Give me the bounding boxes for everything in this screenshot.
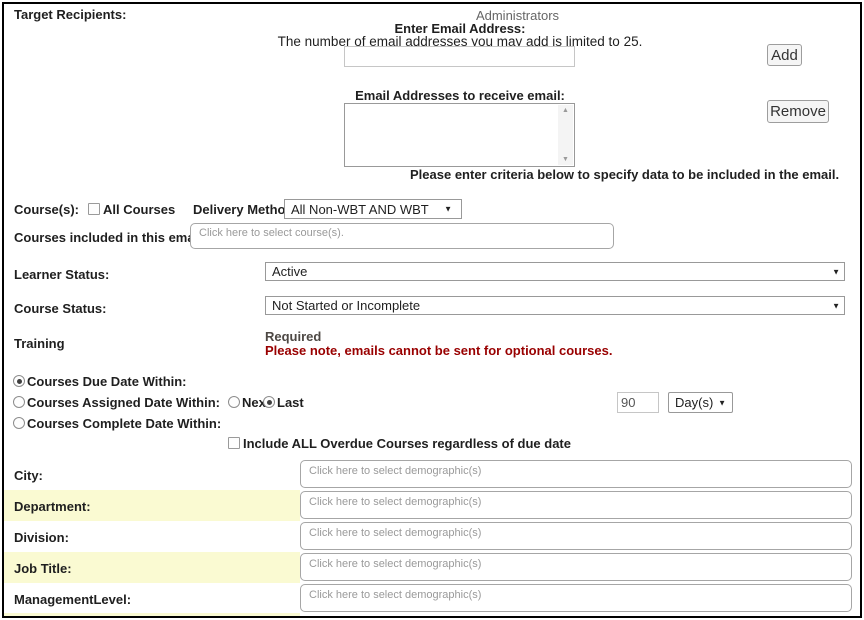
course-status-value: Not Started or Incomplete <box>272 298 420 313</box>
overdue-label: Include ALL Overdue Courses regardless o… <box>243 436 571 451</box>
email-list-label: Email Addresses to receive email: <box>100 88 820 103</box>
scroll-down-icon[interactable]: ▼ <box>562 156 569 163</box>
email-criteria-form: Target Recipients: Administrators Enter … <box>0 0 864 620</box>
course-status-select[interactable]: Not Started or Incomplete ▼ <box>265 296 845 315</box>
due-date-radio[interactable] <box>13 375 25 387</box>
management-level-input[interactable]: Click here to select demographic(s) <box>300 584 852 612</box>
assigned-date-radio[interactable] <box>13 396 25 408</box>
division-input[interactable]: Click here to select demographic(s) <box>300 522 852 550</box>
demographic-label-department: Department: <box>14 499 91 514</box>
demographic-label-city: City: <box>14 468 43 483</box>
complete-date-label: Courses Complete Date Within: <box>27 416 221 431</box>
course-status-label: Course Status: <box>14 301 106 316</box>
add-button[interactable]: Add <box>767 44 802 66</box>
delivery-method-select[interactable]: All Non-WBT AND WBT ▼ <box>284 199 462 219</box>
overdue-checkbox[interactable] <box>228 437 240 449</box>
last-radio[interactable] <box>263 396 275 408</box>
demographic-placeholder: Click here to select demographic(s) <box>309 465 481 477</box>
courses-included-placeholder: Click here to select course(s). <box>199 227 344 239</box>
department-input[interactable]: Click here to select demographic(s) <box>300 491 852 519</box>
dropdown-arrow-icon: ▼ <box>444 205 452 214</box>
demographic-placeholder: Click here to select demographic(s) <box>309 589 481 601</box>
training-warning-note: Please note, emails cannot be sent for o… <box>265 343 612 358</box>
job-title-input[interactable]: Click here to select demographic(s) <box>300 553 852 581</box>
all-courses-checkbox[interactable] <box>88 203 100 215</box>
listbox-scrollbar[interactable]: ▲ ▼ <box>558 105 573 165</box>
criteria-note: Please enter criteria below to specify d… <box>410 167 839 182</box>
demographic-placeholder: Click here to select demographic(s) <box>309 558 481 570</box>
assigned-date-label: Courses Assigned Date Within: <box>27 395 220 410</box>
city-input[interactable]: Click here to select demographic(s) <box>300 460 852 488</box>
complete-date-radio[interactable] <box>13 417 25 429</box>
amount-input[interactable] <box>617 392 659 413</box>
demographic-placeholder: Click here to select demographic(s) <box>309 527 481 539</box>
demographic-label-division: Division: <box>14 530 69 545</box>
delivery-method-label: Delivery Method: <box>193 202 298 217</box>
training-label: Training <box>14 336 65 351</box>
learner-status-label: Learner Status: <box>14 267 109 282</box>
demographic-label-management-level: ManagementLevel: <box>14 592 131 607</box>
courses-included-input[interactable]: Click here to select course(s). <box>190 223 614 249</box>
email-address-input[interactable] <box>344 46 575 67</box>
unit-value: Day(s) <box>675 395 713 410</box>
delivery-method-value: All Non-WBT AND WBT <box>291 202 429 217</box>
learner-status-select[interactable]: Active ▼ <box>265 262 845 281</box>
due-date-label: Courses Due Date Within: <box>27 374 187 389</box>
last-label: Last <box>277 395 304 410</box>
demographic-placeholder: Click here to select demographic(s) <box>309 496 481 508</box>
next-radio[interactable] <box>228 396 240 408</box>
email-list-box[interactable]: ▲ ▼ <box>344 103 575 167</box>
remove-button[interactable]: Remove <box>767 100 829 123</box>
target-recipients-label: Target Recipients: <box>14 7 126 22</box>
demographic-label-job-title: Job Title: <box>14 561 72 576</box>
training-required-value: Required <box>265 329 321 344</box>
dropdown-arrow-icon: ▼ <box>832 301 840 310</box>
highlight-band-partial <box>4 613 300 618</box>
courses-included-label: Courses included in this email: <box>14 230 206 245</box>
all-courses-label: All Courses <box>103 202 175 217</box>
dropdown-arrow-icon: ▼ <box>832 267 840 276</box>
scroll-up-icon[interactable]: ▲ <box>562 107 569 114</box>
courses-label: Course(s): <box>14 202 79 217</box>
unit-select[interactable]: Day(s) ▼ <box>668 392 733 413</box>
dropdown-arrow-icon: ▼ <box>718 398 726 407</box>
learner-status-value: Active <box>272 264 307 279</box>
